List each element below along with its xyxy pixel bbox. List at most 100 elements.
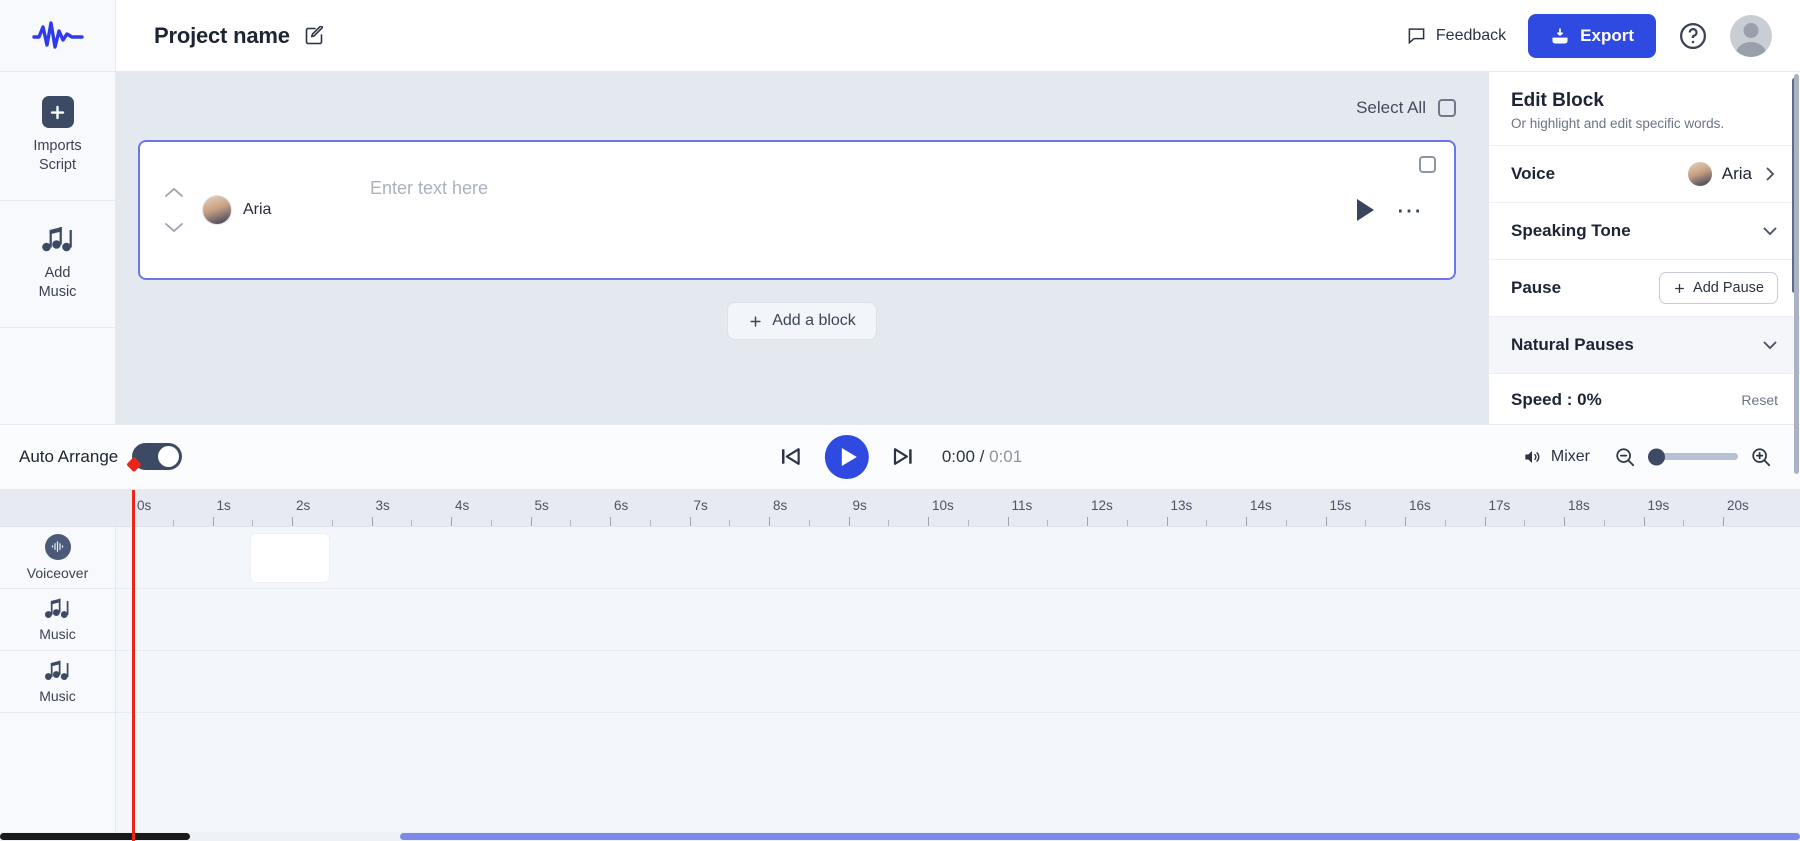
sidebar-item-label: Imports Script	[33, 138, 82, 173]
app-root: Project name Feedback Export Imports Scr…	[0, 0, 1800, 841]
mixer-label: Mixer	[1550, 447, 1590, 465]
track-label-music-1[interactable]: Music	[0, 589, 115, 651]
track-label: Music	[39, 687, 76, 704]
panel-row-natural-pauses[interactable]: Natural Pauses	[1489, 316, 1800, 373]
panel-title: Edit Block	[1511, 90, 1604, 111]
music-notes-icon	[41, 227, 72, 252]
left-rail: Imports Script Add Music	[0, 72, 116, 424]
timeline-horizontal-scrollbar[interactable]	[0, 832, 1800, 841]
block-speaker[interactable]: Aria	[202, 195, 322, 225]
zoom-slider-knob[interactable]	[1648, 448, 1665, 465]
chevron-up-icon[interactable]	[164, 186, 184, 199]
chevron-down-icon[interactable]	[1762, 223, 1778, 239]
panel-row-label: Natural Pauses	[1511, 335, 1634, 354]
ellipsis-icon[interactable]: ⋯	[1396, 197, 1424, 223]
chat-bubble-icon	[1408, 28, 1425, 45]
page-title: Project name	[154, 22, 290, 48]
add-block-button[interactable]: Add a block	[727, 302, 877, 340]
plus-square-icon	[41, 96, 74, 128]
lane-voiceover[interactable]	[116, 527, 1800, 589]
voiceover-clip[interactable]	[250, 532, 330, 583]
panel-subtitle: Or highlight and edit specific words.	[1511, 116, 1725, 131]
chevron-right-icon[interactable]	[1762, 166, 1778, 182]
block-controls: ⋯	[1357, 197, 1454, 223]
timeline-lanes[interactable]	[116, 526, 1800, 841]
zoom-out-icon[interactable]	[1614, 446, 1636, 468]
track-label-music-2[interactable]: Music	[0, 651, 115, 713]
script-canvas: Select All Aria Enter text here ⋯ Add a …	[116, 72, 1488, 424]
add-pause-button[interactable]: Add Pause	[1659, 272, 1778, 304]
scroll-thumb-main[interactable]	[400, 833, 1800, 840]
total-time: 0:01	[989, 446, 1023, 466]
sidebar-item-add-music[interactable]: Add Music	[0, 201, 115, 329]
timeline-tracks: Voiceover Music Music	[0, 526, 1800, 841]
transport-right-controls: Mixer	[1522, 446, 1800, 468]
panel-row-label: Voice	[1511, 164, 1556, 183]
export-button[interactable]: Export	[1528, 13, 1656, 58]
waveform-logo-icon	[31, 20, 84, 49]
download-box-icon	[1552, 28, 1568, 44]
speed-label: Speed : 0%	[1511, 390, 1602, 409]
chevron-down-icon[interactable]	[164, 221, 184, 234]
top-bar-actions: Feedback Export	[1407, 0, 1800, 71]
chevron-down-icon[interactable]	[1762, 337, 1778, 353]
zoom-slider[interactable]	[1648, 448, 1738, 465]
play-icon[interactable]	[1357, 199, 1374, 221]
select-all-label: Select All	[1356, 98, 1426, 117]
main-area: Imports Script Add Music Select All Aria…	[0, 72, 1800, 424]
block-checkbox[interactable]	[1419, 156, 1436, 173]
zoom-in-icon[interactable]	[1750, 446, 1772, 468]
track-label: Music	[39, 625, 76, 642]
lane-music-2[interactable]	[116, 651, 1800, 713]
speaker-avatar	[202, 195, 232, 225]
transport-controls: 0:00 / 0:01	[778, 434, 1023, 479]
speaker-icon	[1525, 450, 1540, 463]
add-block-row: Add a block	[116, 302, 1488, 340]
sidebar-item-imports-script[interactable]: Imports Script	[0, 72, 115, 202]
app-logo[interactable]	[0, 0, 116, 71]
select-all-checkbox[interactable]	[1438, 99, 1456, 117]
transport-bar: Auto Arrange 0:00 / 0:01 Mixer	[0, 423, 1800, 490]
script-block[interactable]: Aria Enter text here ⋯	[138, 140, 1456, 280]
auto-arrange-control: Auto Arrange	[0, 443, 183, 470]
speed-header: Speed : 0% Reset	[1511, 390, 1778, 410]
add-block-label: Add a block	[772, 312, 856, 329]
block-text-editor[interactable]: Enter text here	[322, 142, 1357, 278]
edit-block-panel: Edit Block Or highlight and edit specifi…	[1488, 72, 1800, 424]
voiceover-icon	[44, 533, 71, 560]
scroll-thumb-left[interactable]	[0, 833, 190, 840]
panel-header: Edit Block Or highlight and edit specifi…	[1489, 72, 1800, 145]
skip-forward-icon[interactable]	[891, 444, 916, 469]
track-label-voiceover[interactable]: Voiceover	[0, 527, 115, 589]
feedback-button[interactable]: Feedback	[1407, 26, 1506, 45]
page-vertical-scrollbar[interactable]	[1794, 74, 1799, 474]
plus-icon	[1675, 283, 1684, 293]
panel-row-speaking-tone[interactable]: Speaking Tone	[1489, 202, 1800, 259]
avatar[interactable]	[1730, 14, 1772, 57]
playhead[interactable]	[132, 489, 135, 841]
feedback-label: Feedback	[1435, 26, 1507, 44]
auto-arrange-label: Auto Arrange	[19, 446, 119, 466]
question-circle-icon[interactable]	[1678, 21, 1708, 51]
plus-icon	[750, 315, 761, 327]
skip-back-icon[interactable]	[778, 444, 803, 469]
project-title-area: Project name	[116, 0, 1407, 71]
panel-row-voice[interactable]: Voice Aria	[1489, 145, 1800, 202]
lane-music-1[interactable]	[116, 589, 1800, 651]
pencil-square-icon[interactable]	[304, 25, 324, 46]
select-all-row: Select All	[116, 72, 1488, 118]
music-notes-icon	[44, 660, 69, 680]
timeline: 0s 1s 2s 3s 4s 5s 6s 7s 8s 9s 10s 11s 12s 13s 14s 15s 16…	[0, 489, 1800, 841]
voice-avatar	[1687, 162, 1712, 186]
panel-row-pause[interactable]: Pause Add Pause	[1489, 259, 1800, 316]
current-time: 0:00	[941, 446, 975, 466]
mixer-button[interactable]: Mixer	[1522, 447, 1590, 467]
panel-row-value: Aria	[1687, 162, 1778, 186]
music-notes-icon	[44, 598, 69, 618]
track-label-column: Voiceover Music Music	[0, 526, 116, 841]
zoom-control	[1614, 446, 1772, 468]
add-pause-label: Add Pause	[1693, 280, 1764, 296]
timeline-ruler[interactable]: 0s 1s 2s 3s 4s 5s 6s 7s 8s 9s 10s 11s 12s 13s 14s 15s 16…	[0, 489, 1800, 527]
play-button[interactable]	[824, 434, 869, 479]
speed-reset-button[interactable]: Reset	[1741, 392, 1778, 408]
